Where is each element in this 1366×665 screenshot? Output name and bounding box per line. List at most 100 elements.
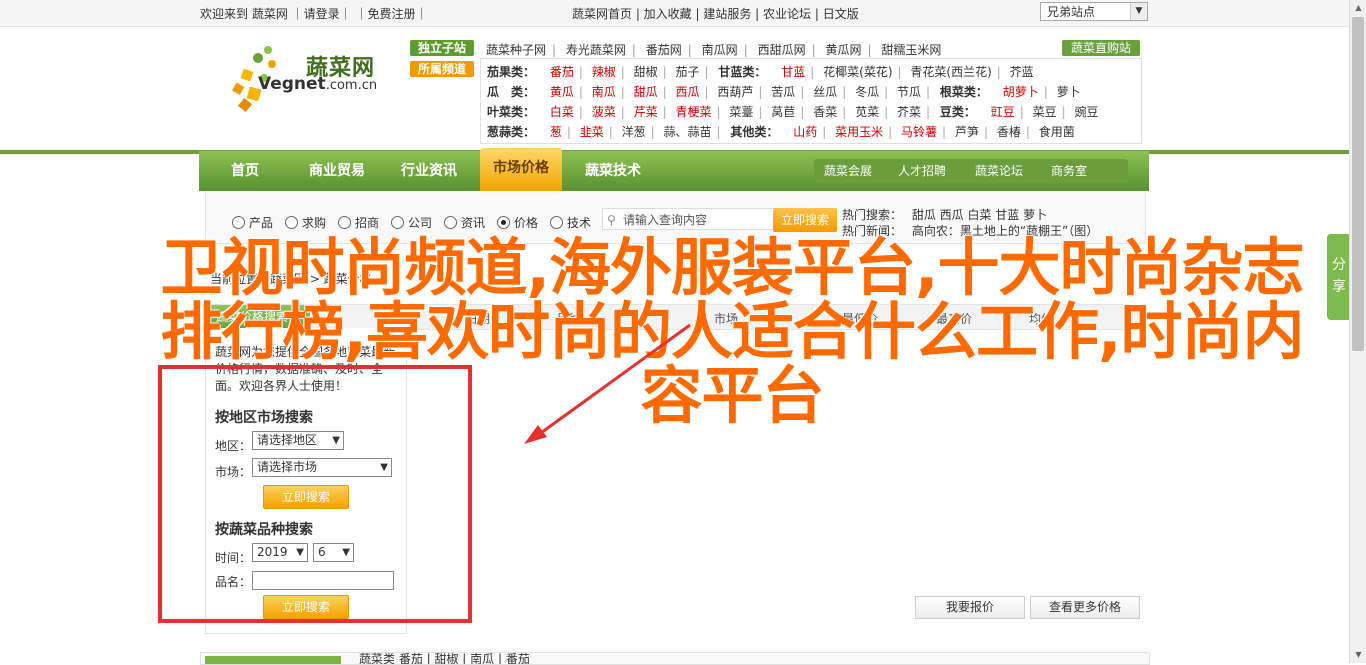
category-link[interactable]: 甜椒 <box>634 65 658 79</box>
nav-home[interactable]: 首页 <box>199 151 291 191</box>
category-link[interactable]: 葱 <box>550 125 562 139</box>
category-link[interactable]: 苦瓜 <box>771 85 795 99</box>
substation-link[interactable]: 南瓜网 <box>702 43 738 57</box>
category-link[interactable]: 马铃薯 <box>901 125 937 139</box>
radio-icon <box>444 216 457 229</box>
tag-substations: 独立子站 <box>410 40 474 56</box>
radio-tech[interactable]: 技术 <box>550 214 591 231</box>
category-head: 甘蓝类： <box>718 65 767 79</box>
category-link[interactable]: 甘蓝 <box>781 65 805 79</box>
welcome-links[interactable]: 欢迎来到 蔬菜网 ｜请登录｜ ｜免费注册｜ <box>200 5 427 22</box>
category-link[interactable]: 西瓜 <box>676 85 700 99</box>
hot-search-links[interactable]: 甜瓜 西瓜 白菜 甘蓝 萝卜 <box>912 208 1047 222</box>
category-head: 豆类： <box>939 105 976 119</box>
direct-buy-button[interactable]: 蔬菜直购站 <box>1062 40 1140 56</box>
category-link[interactable]: 黄瓜 <box>550 85 574 99</box>
scroll-down-icon[interactable]: ▼ <box>1350 647 1366 663</box>
nav-sub-forum[interactable]: 蔬菜论坛 <box>975 159 1023 183</box>
category-link[interactable]: 南瓜 <box>592 85 616 99</box>
category-link[interactable]: 花椰菜(菜花) <box>823 65 892 79</box>
nav-news[interactable]: 行业资讯 <box>383 151 475 191</box>
category-link[interactable]: 冬瓜 <box>855 85 879 99</box>
category-link[interactable]: 丝瓜 <box>813 85 837 99</box>
main-nav: 首页 商业贸易 行业资讯 市场价格 蔬菜技术 蔬菜会展 人才招聘 蔬菜论坛 商务… <box>199 148 1149 191</box>
search-icon: ⚲ <box>607 213 616 227</box>
category-link[interactable]: 山药 <box>793 125 817 139</box>
radio-info[interactable]: 资讯 <box>444 214 485 231</box>
category-link[interactable]: 萝卜 <box>1057 85 1081 99</box>
category-link[interactable]: 菜豆 <box>1033 105 1057 119</box>
radio-icon <box>232 216 245 229</box>
substation-link[interactable]: 寿光蔬菜网 <box>566 43 626 57</box>
category-link[interactable]: 茄子 <box>676 65 700 79</box>
quote-button[interactable]: 我要报价 <box>915 596 1025 619</box>
category-link[interactable]: 芥菜 <box>897 105 921 119</box>
substation-link[interactable]: 西甜瓜网 <box>758 43 806 57</box>
highlight-box <box>158 365 472 623</box>
category-link[interactable]: 辣椒 <box>592 65 616 79</box>
substation-link[interactable]: 甜糯玉米网 <box>881 43 941 57</box>
category-link[interactable]: 菜用玉米 <box>835 125 883 139</box>
search-button[interactable]: 立即搜索 <box>773 208 837 232</box>
category-link[interactable]: 豇豆 <box>991 105 1015 119</box>
category-link[interactable]: 苋菜 <box>855 105 879 119</box>
top-bar: 欢迎来到 蔬菜网 ｜请登录｜ ｜免费注册｜ 蔬菜网首页 | 加入收藏 | 建站服… <box>0 0 1366 27</box>
substation-link[interactable]: 蔬菜种子网 <box>486 43 546 57</box>
category-link[interactable]: 甜瓜 <box>634 85 658 99</box>
category-link[interactable]: 菜薹 <box>729 105 753 119</box>
category-link[interactable]: 洋葱 <box>622 125 646 139</box>
scroll-up-icon[interactable]: ▲ <box>1350 0 1366 16</box>
nav-trade[interactable]: 商业贸易 <box>291 151 383 191</box>
category-link[interactable]: 青梗菜 <box>676 105 712 119</box>
search-input[interactable]: ⚲ 请输入查询内容 <box>602 208 774 230</box>
site-links[interactable]: 蔬菜网首页 | 加入收藏 | 建站服务 | 农业论坛 | 日文版 <box>572 5 859 22</box>
hot-search: 热门搜索： 甜瓜 西瓜 白菜 甘蓝 萝卜 <box>842 206 1047 223</box>
category-row: 茄果类： 番茄 | 辣椒 | 甜椒 | 茄子 | 甘蓝类： 甘蓝 | 花椰菜(菜花) | 青… <box>487 65 1034 79</box>
category-link[interactable]: 香椿 <box>997 125 1021 139</box>
category-head: 根菜类： <box>939 85 988 99</box>
share-button[interactable]: 分享 <box>1327 234 1351 320</box>
radio-company[interactable]: 公司 <box>391 214 432 231</box>
nav-sub-office[interactable]: 商务室 <box>1051 159 1087 183</box>
scroll-thumb[interactable] <box>1352 17 1364 351</box>
category-link[interactable]: 莴苣 <box>771 105 795 119</box>
category-link[interactable]: 芦笋 <box>955 125 979 139</box>
bottom-links[interactable]: 蔬菜类 番茄 | 甜椒 | 南瓜 | 番茄 <box>359 653 530 664</box>
category-link[interactable]: 食用菌 <box>1039 125 1075 139</box>
category-link[interactable]: 芥蓝 <box>1010 65 1034 79</box>
substation-link[interactable]: 黄瓜网 <box>825 43 861 57</box>
category-link[interactable]: 白菜 <box>550 105 574 119</box>
category-link[interactable]: 韭菜 <box>580 125 604 139</box>
category-head: 葱蒜类： <box>487 125 536 139</box>
radio-invest[interactable]: 招商 <box>338 214 379 231</box>
nav-sub-expo[interactable]: 蔬菜会展 <box>824 159 872 183</box>
category-link[interactable]: 豌豆 <box>1074 105 1098 119</box>
sister-sites-select[interactable]: 兄弟站点 ▼ <box>1040 2 1148 21</box>
category-link[interactable]: 蒜、蒜苗 <box>664 125 712 139</box>
category-head: 茄果类： <box>487 65 536 79</box>
radio-price[interactable]: 价格 <box>497 214 538 231</box>
more-prices-button[interactable]: 查看更多价格 <box>1030 596 1140 619</box>
nav-market-price[interactable]: 市场价格 <box>480 148 562 191</box>
category-link[interactable]: 香菜 <box>813 105 837 119</box>
nav-technology[interactable]: 蔬菜技术 <box>567 151 659 191</box>
category-link[interactable]: 节瓜 <box>897 85 921 99</box>
category-link[interactable]: 菠菜 <box>592 105 616 119</box>
category-link[interactable]: 胡萝卜 <box>1003 85 1039 99</box>
tag-channels: 所属频道 <box>410 61 474 77</box>
nav-sub-jobs[interactable]: 人才招聘 <box>898 159 946 183</box>
category-link[interactable]: 芹菜 <box>634 105 658 119</box>
radio-product[interactable]: 产品 <box>232 214 273 231</box>
category-link[interactable]: 青花菜(西兰花) <box>910 65 991 79</box>
site-logo[interactable]: 蔬菜网 Vegnet.com.cn <box>210 36 400 120</box>
chevron-down-icon: ▼ <box>1130 3 1147 20</box>
radio-selected-icon <box>497 216 510 229</box>
bottom-section: 蔬菜类 番茄 | 甜椒 | 南瓜 | 番茄 <box>200 652 1150 665</box>
category-link[interactable]: 西葫芦 <box>717 85 753 99</box>
radio-buy[interactable]: 求购 <box>285 214 326 231</box>
substation-link[interactable]: 番茄网 <box>646 43 682 57</box>
category-row: 瓜 类： 黄瓜 | 南瓜 | 甜瓜 | 西瓜 | 西葫芦 | 苦瓜 | 丝瓜 | 冬瓜 | 节瓜… <box>487 85 1081 99</box>
category-link[interactable]: 番茄 <box>550 65 574 79</box>
hot-search-label: 热门搜索： <box>842 208 903 222</box>
scrollbar[interactable]: ▲ ▼ <box>1349 0 1366 663</box>
